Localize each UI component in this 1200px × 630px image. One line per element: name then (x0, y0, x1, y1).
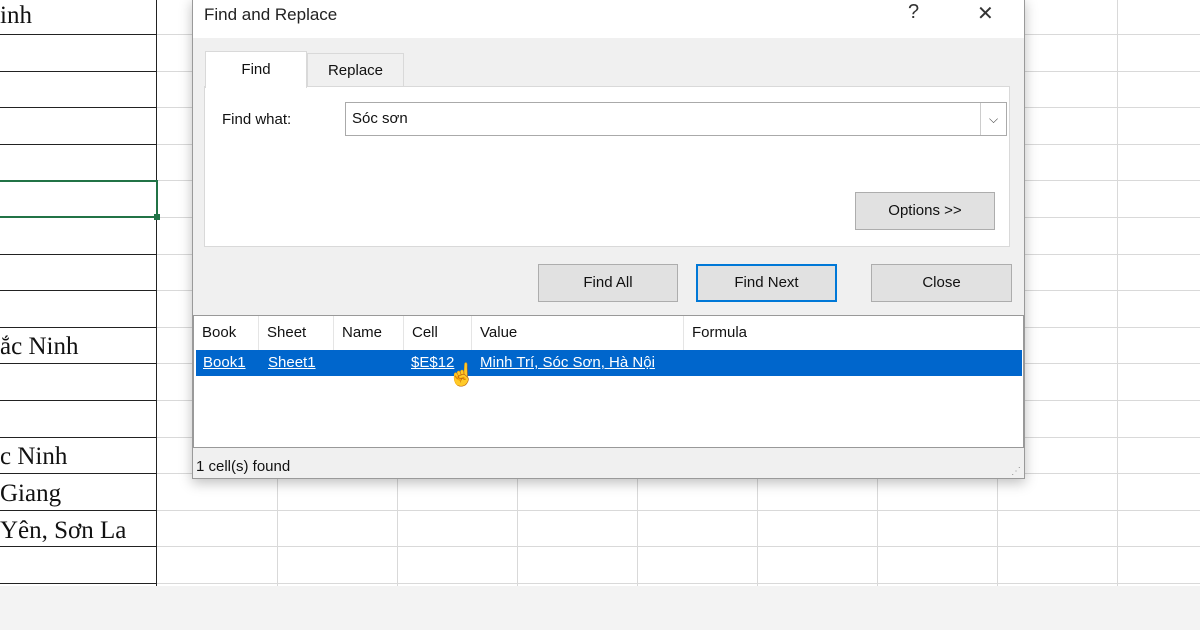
fill-handle[interactable] (154, 214, 160, 220)
cell-border (0, 437, 157, 438)
cell-text: inh (0, 2, 32, 29)
column-header-name[interactable]: Name (334, 316, 404, 350)
close-icon[interactable]: ✕ (977, 1, 994, 26)
find-all-button[interactable]: Find All (538, 264, 678, 302)
cell-border (0, 583, 157, 584)
cell-border (0, 144, 157, 145)
cell-text: ắc Ninh (0, 333, 79, 360)
cell-border (0, 363, 157, 364)
column-header-book[interactable]: Book (194, 316, 259, 350)
results-list[interactable]: Book Sheet Name Cell Value Formula Book1… (193, 315, 1024, 448)
help-button[interactable]: ? (908, 1, 919, 24)
result-book-link[interactable]: Book1 (203, 350, 246, 376)
cell-border (0, 71, 157, 72)
cell-border (0, 400, 157, 401)
title-bar[interactable]: Find and Replace ? ✕ (193, 0, 1024, 38)
cell-border (0, 290, 157, 291)
column-header-formula[interactable]: Formula (684, 316, 1023, 350)
find-replace-dialog: Find and Replace ? ✕ Find Replace Find w… (192, 0, 1025, 479)
column-header-sheet[interactable]: Sheet (259, 316, 334, 350)
grid-line (157, 583, 1200, 584)
cell-text: Yên, Sơn La (0, 517, 127, 544)
hand-cursor-icon: ☝ (448, 362, 476, 387)
find-panel: Find what: Sóc sơn ⌵ Options >> (204, 86, 1010, 247)
cell-border (0, 327, 157, 328)
status-text: 1 cell(s) found (196, 458, 291, 475)
tab-replace[interactable]: Replace (307, 53, 404, 86)
sheet-empty-area (0, 586, 1200, 630)
tab-find[interactable]: Find (205, 51, 307, 88)
chevron-down-icon[interactable]: ⌵ (980, 103, 1006, 135)
cell-border (0, 34, 157, 35)
grid-line (157, 546, 1200, 547)
find-what-value: Sóc sơn (352, 110, 408, 127)
grid-line (157, 510, 1200, 511)
cell-border (0, 510, 157, 511)
cell-border (0, 473, 157, 474)
result-sheet-link[interactable]: Sheet1 (268, 350, 316, 376)
resize-grip-icon[interactable]: ⋰ (1011, 466, 1021, 477)
close-button[interactable]: Close (871, 264, 1012, 302)
column-header-cell[interactable]: Cell (404, 316, 472, 350)
cell-text: c Ninh (0, 443, 68, 470)
dialog-title: Find and Replace (204, 5, 338, 24)
find-what-input[interactable]: Sóc sơn ⌵ (345, 102, 1007, 136)
result-row[interactable]: Book1 Sheet1 $E$12 Minh Trí, Sóc Sơn, Hà… (196, 350, 1022, 376)
cell-border (0, 254, 157, 255)
cell-border (156, 0, 157, 586)
result-value-link[interactable]: Minh Trí, Sóc Sơn, Hà Nội (480, 350, 655, 376)
grid-line (1117, 0, 1118, 630)
find-next-button[interactable]: Find Next (696, 264, 837, 302)
column-header-value[interactable]: Value (472, 316, 684, 350)
find-what-label: Find what: (222, 111, 292, 128)
selected-cell[interactable] (0, 180, 158, 218)
cell-text: Giang (0, 480, 62, 507)
cell-border (0, 546, 157, 547)
options-button[interactable]: Options >> (855, 192, 995, 230)
cell-border (0, 107, 157, 108)
